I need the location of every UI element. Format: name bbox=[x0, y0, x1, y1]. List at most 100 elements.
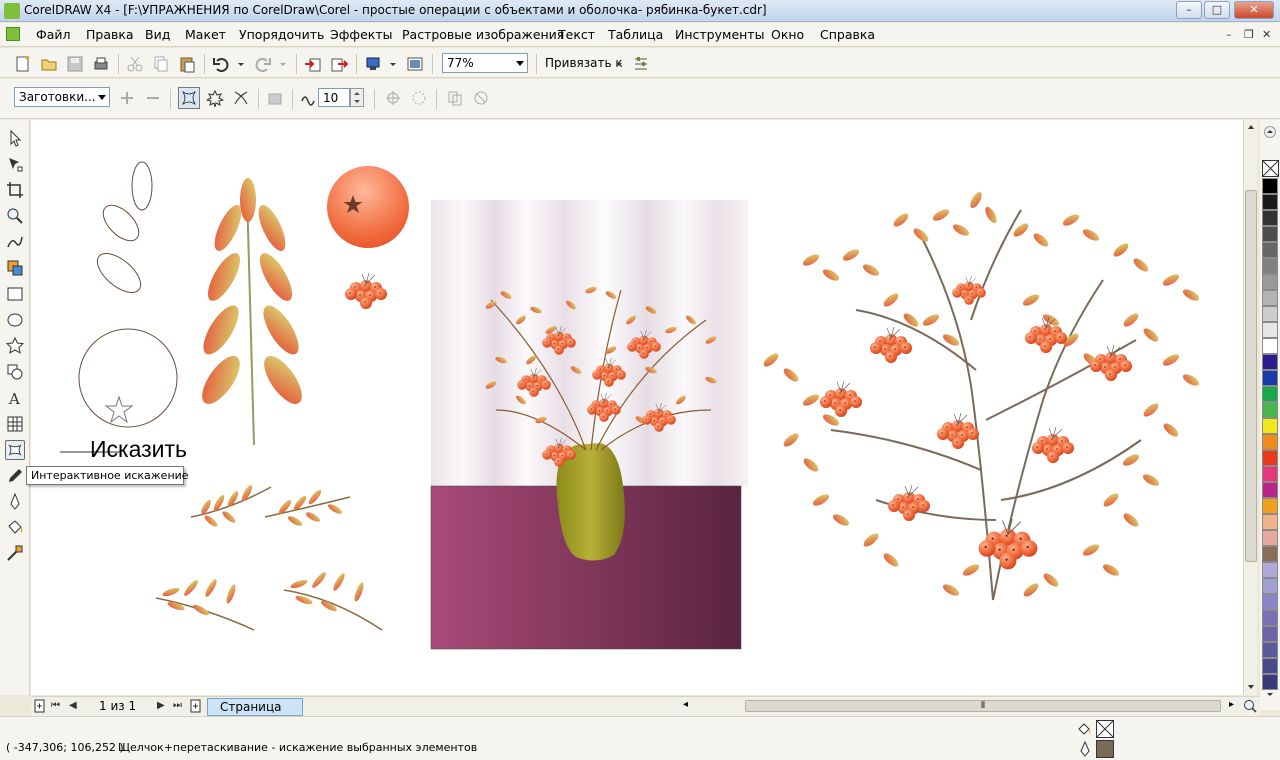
menu-effects[interactable]: Эффекты bbox=[330, 27, 393, 42]
color-swatch[interactable] bbox=[1262, 578, 1278, 594]
horizontal-scrollbar[interactable]: ◂ ⦀ ▸ bbox=[681, 699, 1251, 714]
add-preset-icon[interactable] bbox=[118, 89, 136, 107]
pick-tool-icon[interactable] bbox=[5, 128, 25, 148]
color-swatch[interactable] bbox=[1262, 610, 1278, 626]
color-swatch[interactable] bbox=[1262, 418, 1278, 434]
smart-fill-tool-icon[interactable] bbox=[5, 258, 25, 278]
push-pull-distortion-icon[interactable] bbox=[178, 87, 200, 109]
amplitude-input[interactable]: 10 bbox=[318, 88, 350, 107]
new-document-icon[interactable] bbox=[14, 55, 32, 73]
eyedropper-tool-icon[interactable] bbox=[5, 466, 25, 486]
color-swatch[interactable] bbox=[1262, 178, 1278, 194]
outline-color-swatch[interactable] bbox=[1096, 740, 1114, 758]
color-swatch[interactable] bbox=[1262, 386, 1278, 402]
insert-page-before-icon[interactable] bbox=[33, 699, 47, 713]
color-swatch[interactable] bbox=[1262, 210, 1278, 226]
menu-window[interactable]: Окно bbox=[771, 27, 804, 42]
color-swatch[interactable] bbox=[1262, 562, 1278, 578]
text-tool-icon[interactable]: A bbox=[5, 388, 25, 408]
fill-indicator-icon[interactable] bbox=[1076, 721, 1092, 737]
previous-page-icon[interactable]: ◀ bbox=[69, 700, 77, 711]
save-icon[interactable] bbox=[66, 55, 84, 73]
application-launcher-icon[interactable] bbox=[364, 55, 382, 73]
interactive-distortion-tool-icon[interactable] bbox=[5, 440, 25, 460]
convert-to-curves-icon[interactable] bbox=[410, 89, 428, 107]
presets-combo[interactable]: Заготовки... bbox=[14, 87, 110, 107]
cut-icon[interactable] bbox=[126, 55, 144, 73]
ellipse-tool-icon[interactable] bbox=[5, 310, 25, 330]
color-swatch[interactable] bbox=[1262, 658, 1278, 674]
zoom-tool-icon[interactable] bbox=[5, 206, 25, 226]
color-swatch[interactable] bbox=[1262, 226, 1278, 242]
snap-to-menu[interactable]: Привязать к bbox=[545, 56, 623, 70]
open-folder-icon[interactable] bbox=[40, 55, 58, 73]
menu-arrange[interactable]: Упорядочить bbox=[239, 27, 324, 42]
menu-tools[interactable]: Инструменты bbox=[675, 27, 764, 42]
freehand-tool-icon[interactable] bbox=[5, 232, 25, 252]
scroll-up-icon[interactable] bbox=[1246, 122, 1256, 132]
last-page-icon[interactable]: ⏭ bbox=[173, 700, 182, 711]
minimize-button[interactable]: – bbox=[1176, 1, 1202, 19]
color-swatch[interactable] bbox=[1262, 594, 1278, 610]
color-swatch[interactable] bbox=[1262, 370, 1278, 386]
color-swatch[interactable] bbox=[1262, 498, 1278, 514]
copy-icon[interactable] bbox=[152, 55, 170, 73]
zipper-distortion-icon[interactable] bbox=[206, 89, 224, 107]
vertical-scroll-thumb[interactable] bbox=[1245, 190, 1257, 562]
page-tab[interactable]: Страница 1 bbox=[207, 698, 303, 728]
insert-page-after-icon[interactable] bbox=[189, 699, 203, 713]
menu-help[interactable]: Справка bbox=[820, 27, 875, 42]
color-swatch[interactable] bbox=[1262, 354, 1278, 370]
paste-icon[interactable] bbox=[178, 55, 196, 73]
undo-dropdown-icon[interactable] bbox=[236, 55, 246, 73]
export-icon[interactable] bbox=[330, 55, 348, 73]
zoom-level-combo[interactable]: 77% bbox=[442, 53, 528, 73]
rectangle-tool-icon[interactable] bbox=[5, 284, 25, 304]
horizontal-scroll-thumb[interactable]: ⦀ bbox=[745, 700, 1221, 712]
add-new-distortion-icon[interactable] bbox=[266, 89, 284, 107]
import-icon[interactable] bbox=[304, 55, 322, 73]
launcher-dropdown-icon[interactable] bbox=[388, 55, 398, 73]
maximize-button[interactable]: □ bbox=[1204, 1, 1230, 19]
center-distortion-icon[interactable] bbox=[384, 89, 402, 107]
scroll-right-icon[interactable]: ▸ bbox=[1229, 699, 1234, 710]
color-swatch[interactable] bbox=[1262, 514, 1278, 530]
clear-distortion-icon[interactable] bbox=[472, 89, 490, 107]
polygon-tool-icon[interactable] bbox=[5, 336, 25, 356]
table-tool-icon[interactable] bbox=[5, 414, 25, 434]
document-icon[interactable] bbox=[6, 27, 20, 41]
redo-dropdown-icon[interactable] bbox=[278, 55, 288, 73]
color-swatch[interactable] bbox=[1262, 322, 1278, 338]
amplitude-spinner[interactable] bbox=[350, 88, 364, 107]
palette-scroll-up-icon[interactable] bbox=[1264, 126, 1276, 138]
drawing-canvas[interactable] bbox=[31, 120, 1243, 695]
menu-file[interactable]: Файл bbox=[36, 27, 71, 42]
print-icon[interactable] bbox=[92, 55, 110, 73]
next-page-icon[interactable]: ▶ bbox=[157, 700, 165, 711]
color-swatch[interactable] bbox=[1262, 306, 1278, 322]
mdi-minimize-button[interactable]: – bbox=[1226, 28, 1232, 41]
palette-scroll-down-icon[interactable] bbox=[1264, 688, 1276, 700]
outline-tool-icon[interactable] bbox=[5, 492, 25, 512]
scroll-down-icon[interactable] bbox=[1246, 682, 1256, 692]
shape-tool-icon[interactable] bbox=[5, 154, 25, 174]
color-swatch[interactable] bbox=[1262, 642, 1278, 658]
welcome-screen-icon[interactable] bbox=[406, 55, 424, 73]
undo-icon[interactable] bbox=[212, 55, 230, 73]
color-swatch[interactable] bbox=[1262, 546, 1278, 562]
color-swatch[interactable] bbox=[1262, 258, 1278, 274]
mdi-restore-button[interactable]: ❐ bbox=[1244, 28, 1254, 41]
color-swatch[interactable] bbox=[1262, 242, 1278, 258]
fill-tool-icon[interactable] bbox=[5, 518, 25, 538]
scroll-left-icon[interactable]: ◂ bbox=[683, 699, 688, 710]
snap-dropdown-icon[interactable] bbox=[614, 55, 624, 73]
no-fill-swatch[interactable] bbox=[1262, 160, 1279, 177]
twister-distortion-icon[interactable] bbox=[232, 89, 250, 107]
color-swatch[interactable] bbox=[1262, 466, 1278, 482]
navigator-icon[interactable] bbox=[1243, 699, 1257, 713]
outline-indicator-icon[interactable] bbox=[1078, 741, 1092, 757]
menu-bitmaps[interactable]: Растровые изображения bbox=[402, 27, 564, 42]
color-swatch[interactable] bbox=[1262, 290, 1278, 306]
color-swatch[interactable] bbox=[1262, 402, 1278, 418]
coreldraw-app-icon[interactable] bbox=[4, 3, 20, 19]
